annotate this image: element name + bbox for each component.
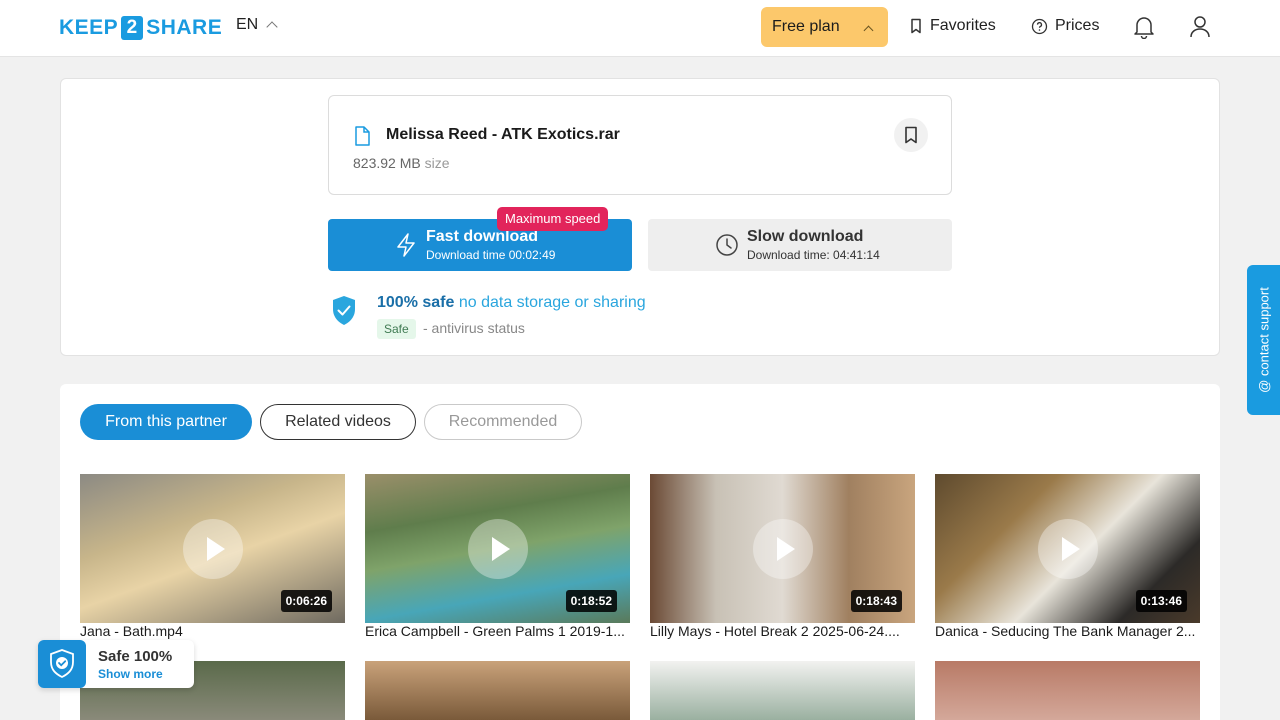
bell-icon[interactable] <box>1133 15 1155 39</box>
plan-button[interactable]: Free plan <box>761 7 888 47</box>
video-title[interactable]: Erica Campbell - Green Palms 1 2019-1... <box>365 623 630 639</box>
video-title[interactable]: Danica - Seducing The Bank Manager 2... <box>935 623 1200 639</box>
chevron-up-icon <box>266 21 278 33</box>
video-duration: 0:06:26 <box>280 590 332 612</box>
user-icon[interactable] <box>1189 15 1211 39</box>
video-title[interactable]: Jana - Bath.mp4 <box>80 623 345 639</box>
favorites-link[interactable]: Favorites <box>909 17 996 35</box>
video-thumbnail[interactable] <box>650 661 915 720</box>
video-thumbnail[interactable]: 0:06:26 <box>80 474 345 623</box>
help-circle-icon <box>1031 18 1048 34</box>
bookmark-icon <box>911 18 921 34</box>
video-duration: 0:18:43 <box>850 590 902 612</box>
video-thumbnail[interactable] <box>935 661 1200 720</box>
play-icon <box>468 519 528 579</box>
keep2share-logo[interactable]: KEEP 2 SHARE <box>59 15 222 41</box>
safe-widget[interactable]: Safe 100% Show more <box>38 640 194 688</box>
contact-support-tab[interactable]: @ contact support <box>1247 265 1280 415</box>
video-thumbnail[interactable]: 0:18:52 <box>365 474 630 623</box>
tab-recommended[interactable]: Recommended <box>424 404 582 440</box>
file-name: Melissa Reed - ATK Exotics.rar <box>386 126 620 143</box>
video-title[interactable]: Lilly Mays - Hotel Break 2 2025-06-24...… <box>650 623 915 639</box>
top-header: KEEP 2 SHARE EN Free plan Favorites Prices <box>0 0 1280 57</box>
slow-download-button[interactable]: Slow download Download time: 04:41:14 <box>648 219 952 271</box>
file-icon <box>355 126 370 146</box>
play-icon <box>753 519 813 579</box>
antivirus-status: - antivirus status <box>423 320 525 336</box>
video-duration: 0:13:46 <box>1135 590 1187 612</box>
max-speed-badge: Maximum speed <box>497 207 609 231</box>
file-info-box: Melissa Reed - ATK Exotics.rar 823.92 MB… <box>328 95 952 195</box>
safety-text: 100% safe no data storage or sharing <box>377 294 646 311</box>
tab-from-this-partner[interactable]: From this partner <box>80 404 252 440</box>
play-icon <box>1038 519 1098 579</box>
video-thumbnail[interactable] <box>365 661 630 720</box>
prices-link[interactable]: Prices <box>1031 17 1099 35</box>
shield-check-icon <box>38 640 86 688</box>
bookmark-button[interactable] <box>894 118 928 152</box>
play-icon <box>183 519 243 579</box>
safe-badge: Safe <box>377 319 416 339</box>
shield-check-icon <box>333 296 355 325</box>
tab-related-videos[interactable]: Related videos <box>260 404 416 440</box>
lightning-icon <box>397 233 415 257</box>
language-selector[interactable]: EN <box>236 16 278 34</box>
chevron-up-icon <box>863 25 874 36</box>
clock-icon <box>716 234 738 256</box>
show-more-link[interactable]: Show more <box>98 667 163 681</box>
video-thumbnail[interactable]: 0:18:43 <box>650 474 915 623</box>
video-thumbnail[interactable]: 0:13:46 <box>935 474 1200 623</box>
bookmark-icon <box>905 126 917 144</box>
video-duration: 0:18:52 <box>565 590 617 612</box>
file-size: 823.92 MB size <box>353 155 450 171</box>
